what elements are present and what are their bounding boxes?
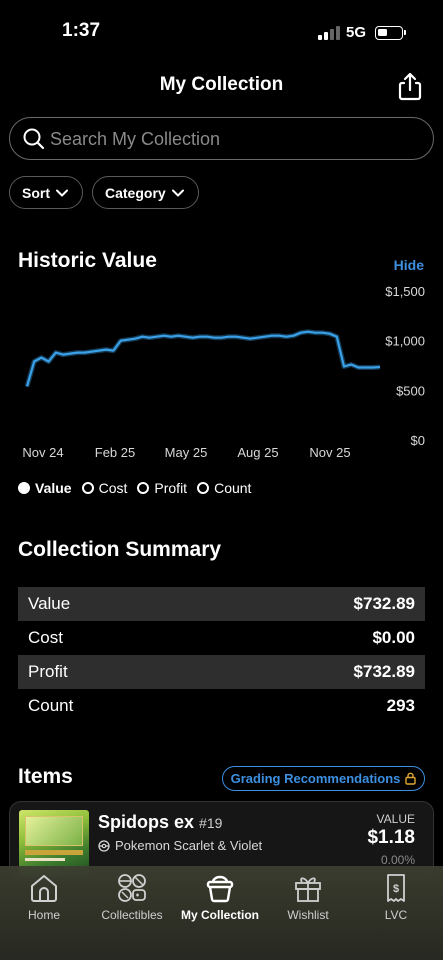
x-tick-label: Nov 25 xyxy=(309,445,350,460)
historic-value-chart: $1,500 $1,000 $500 $0 Nov 24 Feb 25 May 25 Aug … xyxy=(22,284,425,460)
item-number: #19 xyxy=(199,815,223,831)
summary-value: $0.00 xyxy=(372,628,415,647)
category-label: Category xyxy=(105,184,166,201)
share-icon xyxy=(398,72,422,101)
legend-item-count[interactable]: Count xyxy=(197,480,251,496)
legend-item-cost[interactable]: Cost xyxy=(81,480,128,496)
grading-recommendations-button[interactable]: Grading Recommendations xyxy=(222,766,425,791)
chart-legend: Value Cost Profit Count xyxy=(18,479,261,497)
tab-home[interactable]: Home xyxy=(0,872,88,922)
summary-label: Cost xyxy=(28,628,63,647)
tab-label: Wishlist xyxy=(287,908,329,922)
summary-row-cost: Cost $0.00 xyxy=(18,621,425,655)
search-icon xyxy=(23,128,45,150)
tab-label: My Collection xyxy=(180,908,259,922)
legend-item-value[interactable]: Value xyxy=(18,480,72,496)
tab-label: Home xyxy=(27,908,60,922)
summary-value: $732.89 xyxy=(353,594,415,613)
home-icon xyxy=(31,875,57,902)
item-change: 0.00% xyxy=(380,853,415,867)
y-tick-label: $1,500 xyxy=(385,284,425,299)
y-tick-label: $0 xyxy=(411,433,425,448)
legend-label: Profit xyxy=(154,480,188,496)
sort-button[interactable]: Sort xyxy=(9,176,83,209)
x-tick-label: Aug 25 xyxy=(237,445,278,460)
collection-summary-table: Value $732.89 Cost $0.00 Profit $732.89 … xyxy=(18,587,425,723)
item-name: Spidops ex #19 xyxy=(98,812,222,833)
radio-dot-icon xyxy=(197,482,210,494)
sort-label: Sort xyxy=(22,184,50,201)
summary-label: Count xyxy=(28,696,74,715)
collection-pot-icon xyxy=(206,875,234,903)
collectibles-icon xyxy=(118,874,146,902)
series-line-glow xyxy=(24,329,381,388)
legend-label: Value xyxy=(35,480,72,496)
receipt-icon: $ xyxy=(387,874,405,902)
y-tick-label: $500 xyxy=(396,383,425,398)
x-tick-label: Feb 25 xyxy=(95,445,135,460)
summary-row-value: Value $732.89 xyxy=(18,587,425,621)
legend-item-profit[interactable]: Profit xyxy=(137,480,187,496)
signal-icon xyxy=(318,26,340,40)
item-name-text: Spidops ex xyxy=(98,812,195,832)
items-title: Items xyxy=(18,765,73,788)
item-set-text: Pokemon Scarlet & Violet xyxy=(115,838,263,853)
series-line xyxy=(25,330,381,387)
status-bar: 1:37 5G xyxy=(0,0,443,60)
battery-icon xyxy=(375,26,406,40)
y-tick-label: $1,000 xyxy=(385,334,425,349)
tab-label: LVC xyxy=(384,908,408,922)
lock-icon xyxy=(405,772,417,785)
svg-text:$: $ xyxy=(393,883,399,895)
tab-label: Collectibles xyxy=(101,908,163,922)
radio-dot-icon xyxy=(137,482,150,494)
chevron-down-icon xyxy=(171,189,184,196)
legend-label: Cost xyxy=(98,480,128,496)
historic-value-title: Historic Value xyxy=(18,249,157,272)
summary-row-profit: Profit $732.89 xyxy=(18,655,425,689)
search-bar[interactable] xyxy=(9,117,434,160)
summary-label: Value xyxy=(28,594,71,613)
chevron-down-icon xyxy=(56,189,68,196)
tab-wishlist[interactable]: Wishlist xyxy=(264,872,352,922)
status-time: 1:37 xyxy=(62,20,101,41)
item-value-label: VALUE xyxy=(376,812,415,826)
network-label: 5G xyxy=(346,24,367,41)
radio-dot-icon xyxy=(81,482,94,494)
item-value: $1.18 xyxy=(367,827,415,848)
x-tick-label: May 25 xyxy=(165,445,208,460)
tab-my-collection[interactable]: My Collection xyxy=(176,872,264,922)
collection-summary-title: Collection Summary xyxy=(18,538,222,561)
hide-chart-link[interactable]: Hide xyxy=(394,257,424,273)
x-tick-label: Nov 24 xyxy=(22,445,63,460)
legend-label: Count xyxy=(214,480,252,496)
summary-label: Profit xyxy=(28,662,68,681)
category-button[interactable]: Category xyxy=(92,176,199,209)
search-input[interactable] xyxy=(50,126,420,152)
tab-collectibles[interactable]: Collectibles xyxy=(88,872,176,922)
share-button[interactable] xyxy=(394,70,426,102)
page-title: My Collection xyxy=(159,74,284,95)
item-set: Pokemon Scarlet & Violet xyxy=(98,838,262,853)
tab-lvc[interactable]: $ LVC xyxy=(352,872,440,922)
summary-value: 293 xyxy=(386,696,415,715)
summary-value: $732.89 xyxy=(353,662,415,681)
gift-icon xyxy=(295,877,321,902)
grading-recommendations-label: Grading Recommendations xyxy=(230,771,401,786)
pokeball-icon xyxy=(98,839,110,852)
summary-row-count: Count 293 xyxy=(18,689,425,723)
radio-dot-icon xyxy=(18,482,30,494)
tab-bar: Home Collectibles My Collection Wishlist… xyxy=(0,866,443,960)
